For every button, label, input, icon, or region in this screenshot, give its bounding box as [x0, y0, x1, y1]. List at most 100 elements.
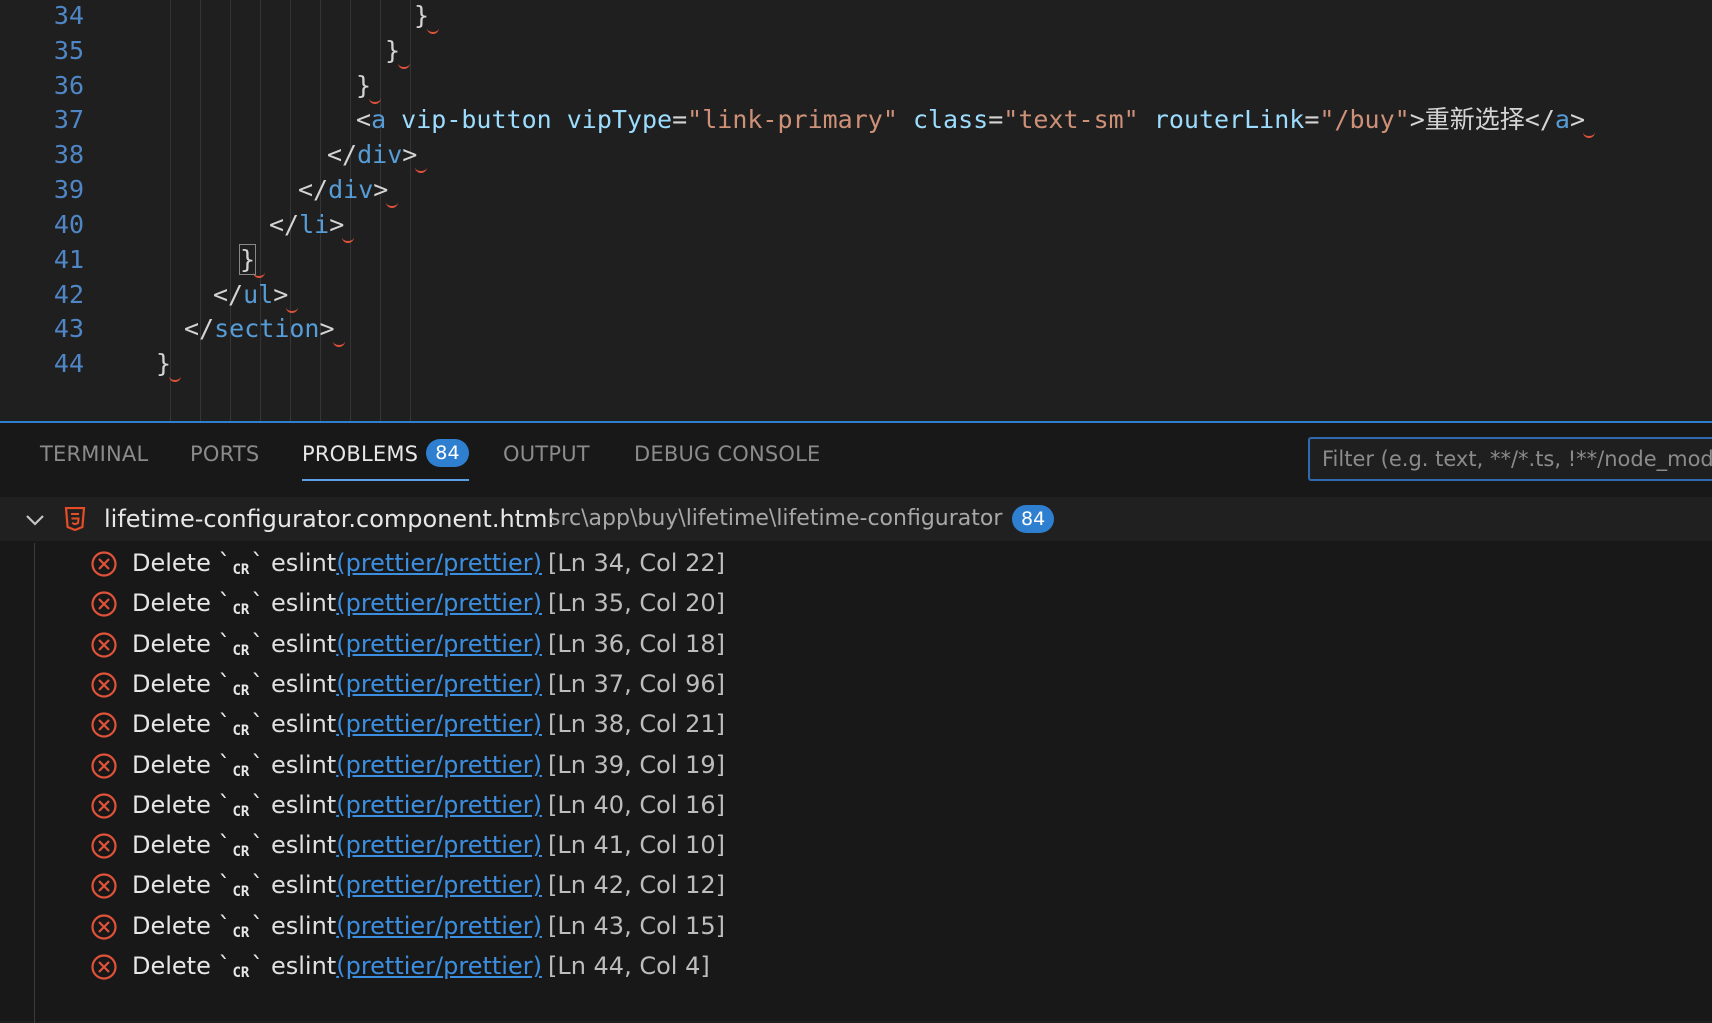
rule-link[interactable]: (prettier/prettier) [336, 952, 542, 980]
code-token: routerLink [1138, 105, 1305, 134]
cr-symbol: CR [232, 723, 250, 740]
cr-symbol: CR [232, 562, 250, 578]
problem-source: eslint [270, 911, 337, 940]
problem-item[interactable]: Delete ` CR` eslint(prettier/prettier) [Ln… [0, 541, 1712, 585]
problems-file-group[interactable]: lifetime-configurator.component.html src… [0, 497, 1712, 541]
line-number: 41 [53, 245, 84, 274]
problem-source: eslint [270, 750, 337, 779]
code-token: > [1409, 105, 1425, 134]
line-number: 39 [53, 175, 84, 204]
rule-link[interactable]: (prettier/prettier) [336, 670, 542, 698]
problem-item[interactable]: Delete ` CR` eslint(prettier/prettier) [Ln… [0, 622, 1712, 666]
problem-location: [Ln 37, Col 96] [547, 669, 725, 698]
file-problem-count-badge: 84 [1012, 505, 1055, 533]
problem-source: eslint [270, 629, 337, 658]
problem-text: Delete ` [132, 710, 231, 739]
rule-link[interactable]: (prettier/prettier) [336, 710, 542, 738]
code-line[interactable]: 34} [0, 0, 1712, 35]
problem-item[interactable]: Delete ` CR` eslint(prettier/prettier) [Ln… [0, 783, 1712, 827]
problem-text: Delete ` [132, 589, 231, 618]
problem-text-tail: ` [251, 911, 264, 940]
line-number: 36 [53, 71, 84, 100]
problem-location: [Ln 38, Col 21] [547, 710, 725, 739]
problem-item[interactable]: Delete ` CR` eslint(prettier/prettier) [Ln… [0, 823, 1712, 867]
code-line[interactable]: 41} [0, 241, 1712, 279]
problems-filter-input[interactable]: Filter (e.g. text, **/*.ts, !**/node_mod… [1308, 437, 1712, 481]
code-line[interactable]: 39 </div> [0, 171, 1712, 209]
rule-link[interactable]: (prettier/prettier) [336, 912, 542, 940]
code-token: = [672, 105, 688, 134]
problem-file-path: src\app\buy\lifetime\lifetime-configurat… [549, 506, 1003, 531]
problem-item[interactable]: Delete ` CR` eslint(prettier/prettier) [Ln… [0, 904, 1712, 948]
code-line[interactable]: 43 </section> [0, 310, 1712, 348]
rule-link[interactable]: (prettier/prettier) [336, 751, 542, 779]
code-text: </div> [327, 136, 428, 174]
code-line[interactable]: 38 </div> [0, 136, 1712, 174]
code-token: div [328, 175, 374, 204]
problem-item[interactable]: Delete ` CR` eslint(prettier/prettier) [Ln… [0, 944, 1712, 988]
rule-link[interactable]: (prettier/prettier) [336, 871, 542, 899]
problem-text-tail: ` [251, 549, 264, 577]
error-squiggle [169, 374, 182, 382]
error-circle-icon [91, 551, 117, 577]
code-line[interactable]: 36} [0, 67, 1712, 105]
error-circle-icon [91, 752, 117, 779]
problem-text: Delete ` [132, 871, 231, 900]
problem-item[interactable]: Delete ` CR` eslint(prettier/prettier) [Ln… [0, 662, 1712, 706]
bottom-panel: TERMINAL PORTS PROBLEMS 84 OUTPUT DEBUG C… [0, 421, 1712, 1023]
code-line[interactable]: 40 </li> [0, 206, 1712, 244]
problem-text-tail: ` [251, 750, 264, 779]
error-circle-icon [91, 793, 117, 819]
rule-link[interactable]: (prettier/prettier) [336, 791, 542, 819]
problem-text: Delete ` [132, 629, 231, 658]
code-line[interactable]: 44} [0, 345, 1712, 383]
cr-symbol: CR [232, 965, 250, 981]
rule-link[interactable]: (prettier/prettier) [336, 630, 542, 658]
tab-problems-label: PROBLEMS [302, 442, 419, 466]
code-token: </ [327, 140, 358, 169]
chevron-down-icon[interactable] [24, 509, 46, 531]
rule-link[interactable]: (prettier/prettier) [336, 831, 542, 859]
cr-symbol: CR [232, 682, 250, 699]
code-token: </ [269, 210, 300, 239]
code-line[interactable]: 35} [0, 32, 1712, 70]
problem-item[interactable]: Delete ` CR` eslint(prettier/prettier) [Ln… [0, 743, 1712, 787]
tab-debug-console[interactable]: DEBUG CONSOLE [634, 439, 821, 469]
html5-icon [64, 507, 86, 531]
code-token: "text-sm" [1003, 105, 1139, 134]
code-text: </ul> [213, 276, 299, 314]
cr-symbol: CR [232, 803, 250, 820]
line-number: 43 [53, 314, 84, 343]
error-circle-icon [91, 631, 117, 658]
code-token: 重新选择 [1424, 105, 1525, 134]
cr-symbol: CR [232, 924, 250, 941]
code-line[interactable]: 37 <a vip-button vipType="link-primary" c… [0, 101, 1712, 139]
line-number: 35 [53, 36, 84, 65]
problem-item[interactable]: Delete ` CR` eslint(prettier/prettier) [Ln… [0, 581, 1712, 625]
tab-output[interactable]: OUTPUT [503, 439, 590, 469]
code-line[interactable]: 42 </ul> [0, 276, 1712, 314]
rule-link[interactable]: (prettier/prettier) [336, 589, 542, 617]
code-editor[interactable]: 34} 35} 36} 37 <a vip-button vipType="link-p… [0, 0, 1712, 421]
tab-terminal[interactable]: TERMINAL [40, 439, 148, 469]
code-token: = [988, 105, 1004, 134]
problem-text-tail: ` [251, 952, 264, 980]
problem-item[interactable]: Delete ` CR` eslint(prettier/prettier) [Ln… [0, 702, 1712, 746]
problem-location: [Ln 42, Col 12] [547, 871, 725, 900]
problem-item[interactable]: Delete ` CR` eslint(prettier/prettier) [Ln… [0, 863, 1712, 907]
code-text: } [238, 241, 266, 279]
code-token: a [1554, 105, 1570, 134]
problem-text-tail: ` [251, 790, 264, 819]
tab-problems[interactable]: PROBLEMS 84 [302, 439, 469, 481]
tab-ports[interactable]: PORTS [190, 439, 259, 469]
problem-text-tail: ` [251, 871, 264, 900]
code-text: </li> [269, 206, 355, 244]
problem-location: [Ln 34, Col 22] [547, 549, 725, 577]
problem-file-name: lifetime-configurator.component.html [104, 505, 555, 533]
problems-count-badge: 84 [426, 439, 469, 467]
code-token: vip-button vipType [386, 105, 673, 134]
problem-source: eslint [270, 871, 337, 900]
problem-text: Delete ` [132, 669, 231, 698]
line-number: 40 [53, 210, 84, 239]
rule-link[interactable]: (prettier/prettier) [336, 549, 542, 577]
